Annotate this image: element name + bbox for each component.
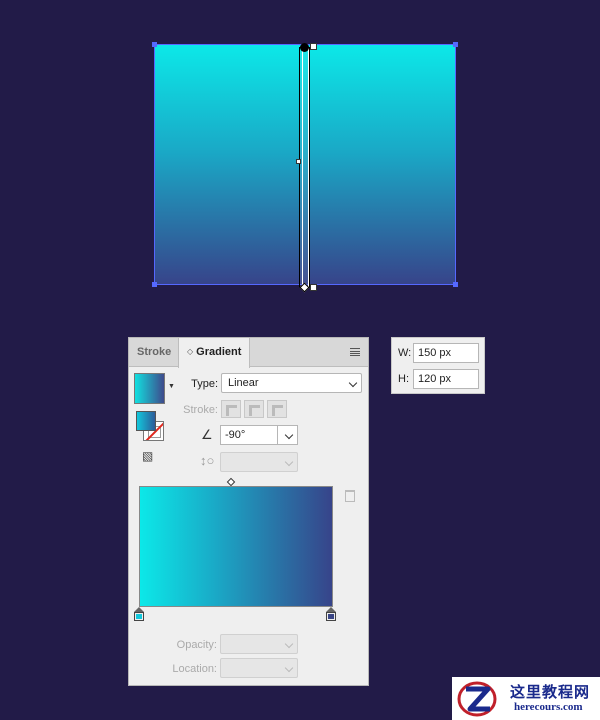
type-select[interactable]: Linear — [221, 373, 362, 393]
type-value: Linear — [228, 377, 259, 389]
tab-gradient-label: Gradient — [196, 346, 242, 358]
angle-input[interactable]: -90° — [220, 425, 278, 445]
selection-handle-bl[interactable] — [152, 282, 157, 287]
panel-menu-icon[interactable] — [350, 348, 360, 356]
reverse-gradient-icon[interactable]: ▧ — [142, 448, 158, 464]
tab-collapse-icon[interactable]: ◇ — [187, 347, 193, 356]
selection-handle-tl[interactable] — [152, 42, 157, 47]
stroke-across-button[interactable] — [267, 400, 287, 418]
height-label: H: — [398, 373, 409, 385]
chevron-down-icon — [284, 430, 294, 440]
width-label: W: — [398, 347, 412, 359]
location-select[interactable] — [220, 658, 298, 678]
aspect-ratio-select[interactable] — [220, 452, 298, 472]
watermark-logo-icon — [457, 681, 497, 717]
selection-handle-tr[interactable] — [453, 42, 458, 47]
aspect-ratio-icon: ↕○ — [200, 453, 215, 468]
stroke-within-button[interactable] — [221, 400, 241, 418]
opacity-label: Opacity: — [176, 639, 217, 651]
stroke-along-button[interactable] — [244, 400, 264, 418]
transform-panel: W: 150 px H: 120 px — [391, 337, 485, 394]
gradient-midpoint-diamond[interactable] — [226, 477, 236, 487]
stroke-label: Stroke: — [183, 404, 218, 416]
type-label: Type: — [191, 378, 218, 390]
height-input[interactable]: 120 px — [413, 369, 479, 389]
gradient-swatch[interactable] — [134, 373, 165, 404]
watermark-en-text: herecours.com — [514, 701, 583, 713]
opacity-select[interactable] — [220, 634, 298, 654]
gradient-ramp[interactable] — [139, 486, 333, 607]
chevron-down-icon — [284, 663, 294, 673]
gradient-midpoint-handle[interactable] — [296, 159, 301, 164]
gradient-start-stop-handle[interactable] — [310, 43, 317, 50]
angle-dropdown[interactable] — [278, 425, 298, 445]
watermark-cn-text: 这里教程网 — [510, 684, 591, 701]
tab-stroke[interactable]: Stroke — [129, 338, 179, 367]
gradient-origin-handle[interactable] — [300, 43, 309, 52]
chevron-down-icon — [284, 639, 294, 649]
gradient-end-stop-handle[interactable] — [310, 284, 317, 291]
angle-icon: ∠ — [201, 427, 213, 442]
watermark: 这里教程网 herecours.com — [452, 677, 600, 720]
tab-gradient[interactable]: ◇ Gradient — [178, 338, 251, 368]
chevron-down-icon[interactable]: ▼ — [168, 383, 175, 390]
gradient-stop-start[interactable] — [134, 607, 144, 621]
chevron-down-icon — [348, 378, 358, 388]
panel-tabbar: Stroke ◇ Gradient — [129, 338, 368, 368]
fill-swatch[interactable] — [136, 411, 156, 431]
location-label: Location: — [172, 663, 217, 675]
gradient-stop-end[interactable] — [326, 607, 336, 621]
gradient-annotator-bar[interactable] — [299, 47, 310, 288]
width-input[interactable]: 150 px — [413, 343, 479, 363]
trash-icon[interactable] — [345, 490, 355, 502]
selection-handle-br[interactable] — [453, 282, 458, 287]
chevron-down-icon — [284, 457, 294, 467]
gradient-panel: Stroke ◇ Gradient ▼ ▧ Type: Linear Stroke… — [128, 337, 369, 686]
